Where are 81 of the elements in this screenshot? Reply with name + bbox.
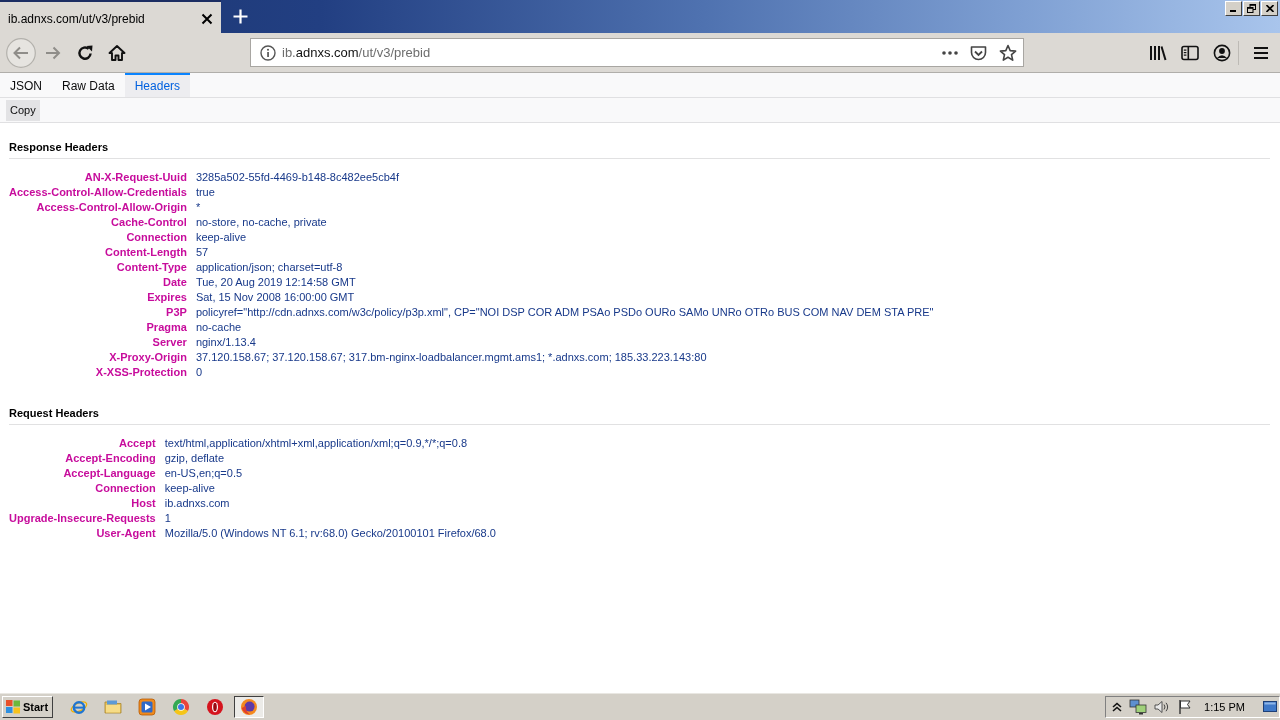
- header-name: AN-X-Request-Uuid: [83, 170, 187, 185]
- header-name: Accept-Language: [62, 466, 156, 481]
- close-button[interactable]: [1261, 1, 1278, 16]
- header-name: Accept: [118, 436, 156, 451]
- header-value: *: [195, 200, 201, 215]
- header-name: Expires: [146, 290, 187, 305]
- header-value: 3285a502-55fd-4469-b148-8c482ee5cb4f: [195, 170, 399, 185]
- restore-button[interactable]: [1243, 1, 1260, 16]
- header-name: Cache-Control: [110, 215, 187, 230]
- play-icon[interactable]: [138, 697, 156, 716]
- viewer-tab[interactable]: Headers: [124, 73, 191, 97]
- header-name: Server: [151, 335, 187, 350]
- header-name: Accept-Encoding: [64, 451, 156, 466]
- header-value: ib.adnxs.com: [164, 496, 230, 511]
- header-name: Access-Control-Allow-Credentials: [9, 185, 187, 200]
- section-title: Request Headers: [9, 406, 99, 421]
- copy-button[interactable]: Copy: [6, 99, 40, 121]
- star-icon[interactable]: [999, 43, 1017, 62]
- header-name: Pragma: [145, 320, 187, 335]
- header-name: Date: [162, 275, 187, 290]
- header-value: no-cache: [195, 320, 242, 335]
- globe-icon[interactable]: [240, 697, 258, 716]
- chevron-up-icon[interactable]: [1111, 700, 1123, 713]
- header-value: 1: [164, 511, 171, 526]
- flag-logo-icon: [5, 699, 21, 714]
- header-name: Upgrade-Insecure-Requests: [9, 511, 156, 526]
- header-name: P3P: [165, 305, 187, 320]
- reload-icon[interactable]: [76, 43, 94, 62]
- header-name: Host: [130, 496, 156, 511]
- header-name: X-XSS-Protection: [94, 365, 187, 380]
- header-name: X-Proxy-Origin: [108, 350, 187, 365]
- viewer-tab[interactable]: JSON: [0, 73, 52, 97]
- section-title: Response Headers: [9, 140, 109, 155]
- viewer-tab[interactable]: Raw Data: [52, 73, 125, 97]
- network-icon[interactable]: [1129, 698, 1147, 715]
- close-icon: [1265, 5, 1274, 12]
- header-value: 37.120.158.67; 37.120.158.67; 317.bm-nginx-loadbalancer.mgmt.ams1; *.adnxs.com; 185.33.223.143:80: [195, 350, 707, 365]
- taskbar-button[interactable]: [234, 695, 264, 718]
- header-name: Connection: [94, 481, 156, 496]
- o-ring-icon[interactable]: [206, 697, 224, 716]
- header-value: 0: [195, 365, 202, 380]
- more-icon[interactable]: [942, 49, 958, 56]
- header-name: User-Agent: [95, 526, 156, 541]
- header-name: Connection: [125, 230, 187, 245]
- header-value: keep-alive: [195, 230, 246, 245]
- header-value: Tue, 20 Aug 2019 12:14:58 GMT: [195, 275, 356, 290]
- header-value: policyref="http://cdn.adnxs.com/w3c/policy/p3p.xml", CP="NOI DSP COR ADM PSAo PSDo OURo SAMo UNRo OTRo BUS COM NAV DEM STA PRE": [195, 305, 934, 320]
- plus-icon: [232, 9, 248, 24]
- url-text: ib.adnxs.com/ut/v3/prebid: [282, 45, 432, 60]
- header-value: en-US,en;q=0.5: [164, 466, 243, 481]
- desktop-icon[interactable]: [1263, 700, 1277, 713]
- header-value: keep-alive: [164, 481, 215, 496]
- sidebar-icon[interactable]: [1181, 44, 1199, 61]
- header-value: no-store, no-cache, private: [195, 215, 327, 230]
- pocket-icon[interactable]: [970, 44, 987, 61]
- account-icon[interactable]: [1213, 43, 1231, 62]
- flag-icon[interactable]: [1177, 698, 1193, 715]
- library-icon[interactable]: [1149, 44, 1167, 61]
- start-button[interactable]: Start: [2, 695, 53, 718]
- info-icon[interactable]: [260, 44, 276, 61]
- header-value: nginx/1.13.4: [195, 335, 256, 350]
- close-icon[interactable]: [201, 12, 213, 25]
- header-name: Content-Type: [115, 260, 187, 275]
- header-value: text/html,application/xhtml+xml,application/xml;q=0.9,*/*;q=0.8: [164, 436, 468, 451]
- header-value: Sat, 15 Nov 2008 16:00:00 GMT: [195, 290, 355, 305]
- address-bar[interactable]: ib.adnxs.com/ut/v3/prebid: [250, 38, 1024, 67]
- minimize-button[interactable]: [1225, 1, 1242, 16]
- header-value: Mozilla/5.0 (Windows NT 6.1; rv:68.0) Gecko/20100101 Firefox/68.0: [164, 526, 496, 541]
- header-value: gzip, deflate: [164, 451, 225, 466]
- home-icon[interactable]: [108, 43, 126, 62]
- speaker-icon[interactable]: [1153, 698, 1171, 715]
- header-value: application/json; charset=utf-8: [195, 260, 343, 275]
- restore-icon: [1247, 4, 1256, 13]
- ring-icon[interactable]: [172, 697, 190, 716]
- menu-icon[interactable]: [1253, 45, 1269, 60]
- clock-text: 1:15 PM: [1204, 700, 1245, 713]
- browser-tab[interactable]: ib.adnxs.com/ut/v3/prebid: [0, 0, 221, 33]
- header-name: Content-Length: [104, 245, 187, 260]
- header-name: Access-Control-Allow-Origin: [35, 200, 187, 215]
- header-value: 57: [195, 245, 209, 260]
- header-value: true: [195, 185, 215, 200]
